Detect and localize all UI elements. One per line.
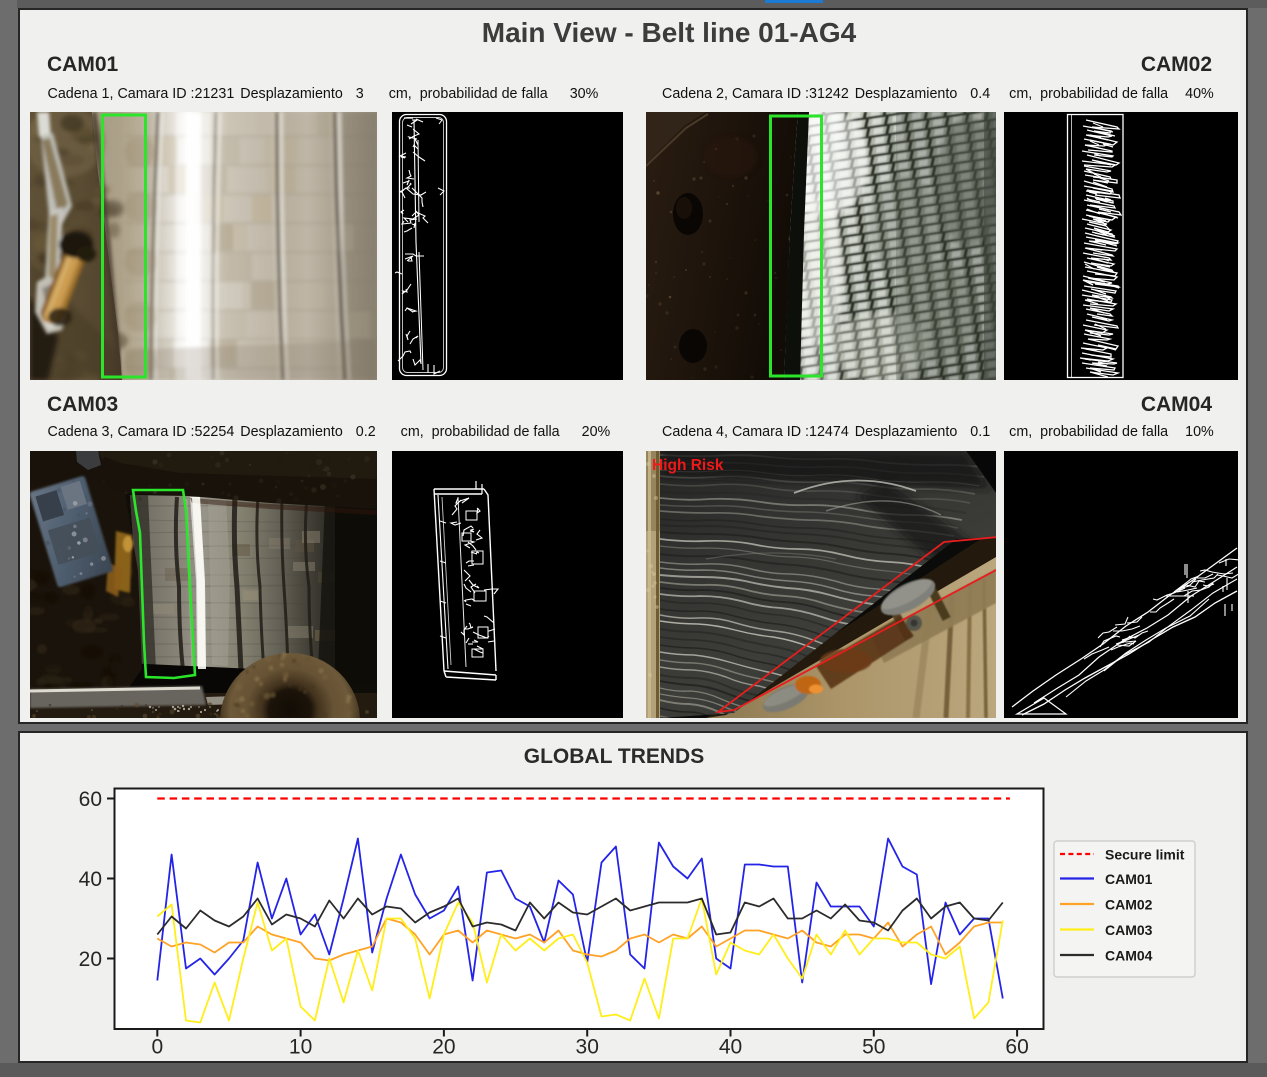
svg-text:30: 30 <box>576 1036 599 1059</box>
svg-text:40: 40 <box>719 1036 742 1059</box>
svg-text:60: 60 <box>1005 1036 1028 1059</box>
svg-text:Secure limit: Secure limit <box>1105 847 1185 863</box>
svg-text:20: 20 <box>432 1036 455 1059</box>
svg-text:0: 0 <box>151 1036 163 1059</box>
svg-text:CAM02: CAM02 <box>1105 897 1153 913</box>
svg-text:50: 50 <box>862 1036 885 1059</box>
svg-text:CAM04: CAM04 <box>1105 948 1153 964</box>
svg-text:60: 60 <box>79 788 102 811</box>
svg-text:CAM01: CAM01 <box>1105 871 1153 887</box>
svg-text:High Risk: High Risk <box>652 457 724 474</box>
svg-text:40: 40 <box>79 868 102 891</box>
svg-text:20: 20 <box>79 948 102 971</box>
svg-text:10: 10 <box>289 1036 312 1059</box>
svg-text:CAM03: CAM03 <box>1105 922 1153 938</box>
